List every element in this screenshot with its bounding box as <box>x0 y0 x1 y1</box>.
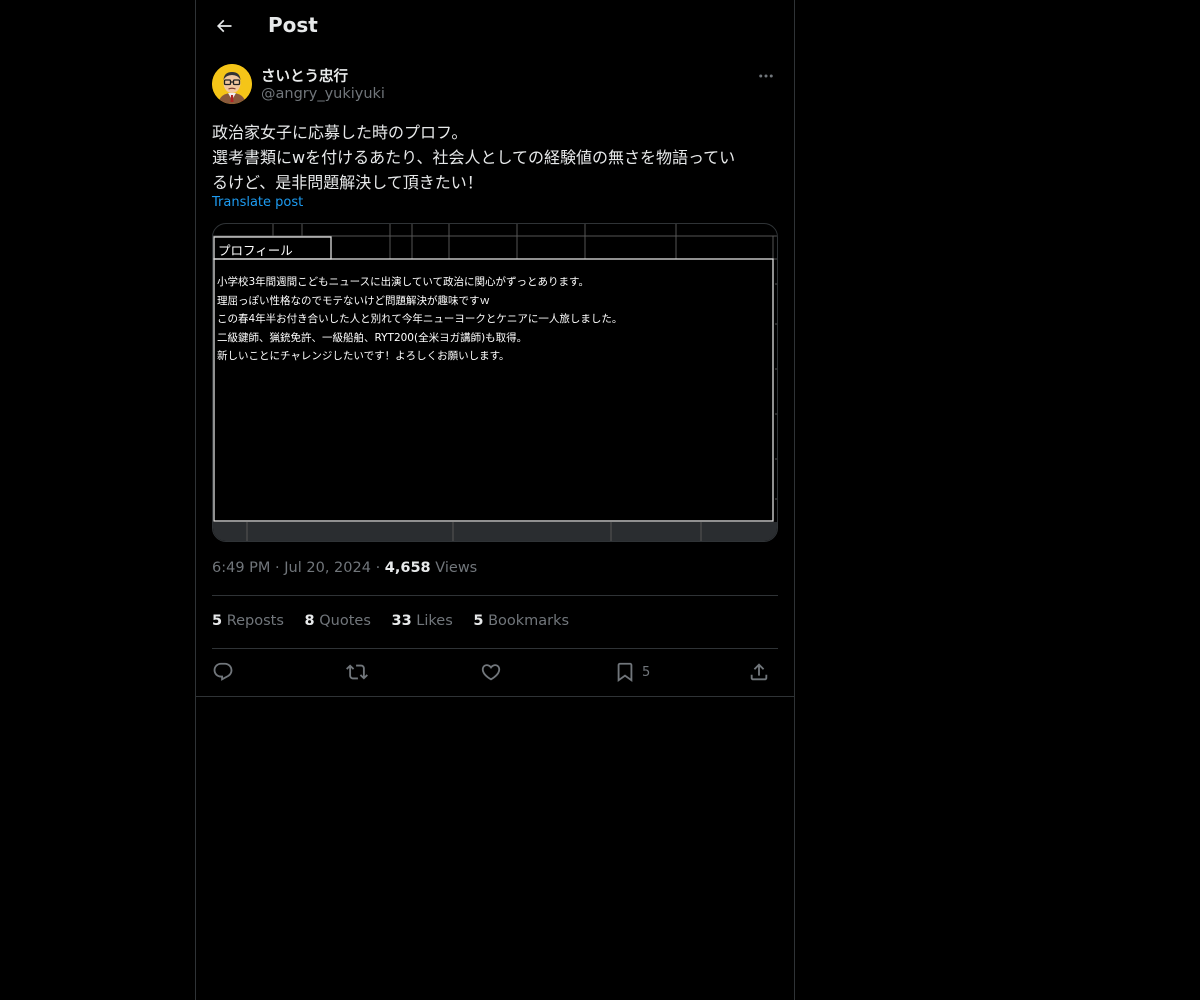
quotes-count: 8 <box>304 613 315 629</box>
reposts-stat[interactable]: 5 Reposts <box>212 613 284 629</box>
quotes-label: Quotes <box>319 613 371 629</box>
translate-post-link[interactable]: Translate post <box>212 195 303 210</box>
views-count: 4,658 <box>384 560 431 576</box>
image-text-line: 新しいことにチャレンジしたいです！よろしくお願いします。 <box>217 350 510 362</box>
post-stats: 5 Reposts 8 Quotes 33 Likes 5 Bookmarks <box>212 613 585 629</box>
image-text-line: この春4年半お付き合いした人と別れて今年ニューヨークとケニアに一人旅しました。 <box>217 313 623 325</box>
post-text-line: るけど、是非問題解決して頂きたい！ <box>212 173 483 192</box>
image-profile-label: プロフィール <box>218 243 293 258</box>
bookmarks-label: Bookmarks <box>488 613 570 629</box>
image-text-line: 小学校3年間週間こどもニュースに出演していて政治に関心がずっとあります。 <box>217 276 589 288</box>
post-text-line: 選考書類にwを付けるあたり、社会人としての経験値の無さを物語ってい <box>212 148 736 167</box>
meta-separator: · <box>275 560 280 576</box>
repost-icon <box>346 664 368 680</box>
bookmark-count: 5 <box>642 664 651 680</box>
divider <box>212 648 778 649</box>
post-text-line: 政治家女子に応募した時のプロフ。 <box>212 123 468 142</box>
post-header: Post <box>196 0 794 53</box>
reposts-count: 5 <box>212 613 223 629</box>
likes-label: Likes <box>416 613 453 629</box>
image-text-line: 理屈っぽい性格なのでモテないけど問題解決が趣味ですｗ <box>217 294 490 307</box>
share-button[interactable] <box>748 658 770 686</box>
post-date[interactable]: Jul 20, 2024 <box>284 560 371 576</box>
action-bar: 5 <box>212 658 778 688</box>
avatar[interactable] <box>212 64 252 104</box>
reposts-label: Reposts <box>226 613 284 629</box>
like-button[interactable] <box>480 658 502 686</box>
reply-button[interactable] <box>212 658 234 686</box>
back-arrow-icon <box>216 19 232 33</box>
post-image[interactable]: プロフィール 小学校3年間週間こどもニュースに出演していて政治に関心がずっとあり… <box>212 223 778 542</box>
quotes-stat[interactable]: 8 Quotes <box>305 613 371 629</box>
bookmarks-count: 5 <box>473 613 484 629</box>
meta-separator: · <box>375 560 381 576</box>
image-text-line: 二級鍵師、猟銃免許、一級船舶、RYT200(全米ヨガ講師)も取得。 <box>217 331 528 344</box>
bookmark-icon <box>617 662 633 683</box>
views-label: Views <box>435 560 478 576</box>
repost-button[interactable] <box>346 658 368 686</box>
author-display-name[interactable]: さいとう忠行 <box>261 65 348 86</box>
image-profile-text: 小学校3年間週間こどもニュースに出演していて政治に関心がずっとあります。 理屈っ… <box>217 273 622 366</box>
author-handle[interactable]: @angry_yukiyuki <box>261 86 385 102</box>
bookmark-button[interactable]: 5 <box>614 658 650 686</box>
post-meta: 6:49 PM · Jul 20, 2024 · 4,658 Views <box>212 560 477 576</box>
more-icon <box>759 74 773 78</box>
likes-count: 33 <box>391 613 412 629</box>
divider <box>196 696 794 697</box>
post-column: Post さいとう忠行 @angry_yukiyuki 政治家女子に応募した時の… <box>195 0 795 1000</box>
likes-stat[interactable]: 33 Likes <box>391 613 452 629</box>
bookmarks-stat[interactable]: 5 Bookmarks <box>473 613 569 629</box>
reply-icon <box>213 662 233 681</box>
back-button[interactable] <box>208 10 240 42</box>
page-title: Post <box>268 13 318 37</box>
post-time[interactable]: 6:49 PM <box>212 560 270 576</box>
more-options-button[interactable] <box>754 64 778 88</box>
divider <box>212 595 778 596</box>
like-icon <box>481 664 501 681</box>
author-row: さいとう忠行 @angry_yukiyuki <box>212 64 778 108</box>
post-text: 政治家女子に応募した時のプロフ。 選考書類にwを付けるあたり、社会人としての経験… <box>212 120 782 195</box>
share-icon <box>750 663 768 681</box>
